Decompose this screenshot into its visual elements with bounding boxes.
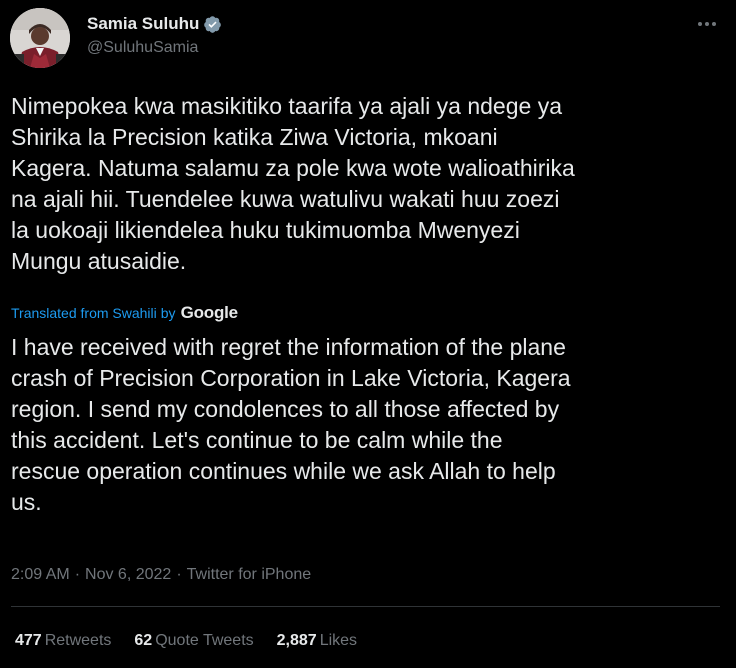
more-options-icon[interactable] [692,12,722,36]
quote-tweets-count: 62 [134,632,153,649]
likes-stat[interactable]: 2,887 Likes [277,632,357,650]
display-name[interactable]: Samia Suluhu [87,14,199,34]
profile-photo-icon [10,8,70,68]
likes-label: Likes [319,632,358,649]
tweet-card: Samia Suluhu @SuluhuSamia Nimepokea kwa … [0,0,736,668]
translated-from-link[interactable]: Translated from Swahili [11,305,157,321]
quote-tweets-label: Quote Tweets [155,632,254,649]
tweet-header: Samia Suluhu @SuluhuSamia [10,8,726,72]
google-logo: Google [180,303,239,322]
tweet-source[interactable]: Twitter for iPhone [187,566,312,584]
retweets-count: 477 [15,632,42,649]
engagement-stats: 477 Retweets 62 Quote Tweets 2,887 Likes [15,630,380,652]
translation-text: I have received with regret the informat… [11,334,571,515]
tweet-text: Nimepokea kwa masikitiko taarifa ya ajal… [11,93,575,274]
author-handle[interactable]: @SuluhuSamia [87,39,222,57]
translation-attribution: Translated from Swahili by Google [11,302,238,324]
verified-badge-icon [203,15,222,34]
translated-by-label: by [160,305,176,321]
divider [11,606,720,607]
avatar[interactable] [10,8,70,68]
quote-tweets-stat[interactable]: 62 Quote Tweets [134,632,253,650]
retweets-stat[interactable]: 477 Retweets [15,632,111,650]
retweets-label: Retweets [44,632,112,649]
tweet-date[interactable]: Nov 6, 2022 [85,566,171,584]
meta-separator: · [74,566,81,583]
author-names: Samia Suluhu @SuluhuSamia [87,13,222,57]
likes-count: 2,887 [276,632,317,649]
tweet-meta: 2:09 AM · Nov 6, 2022 · Twitter for iPho… [11,564,311,586]
tweet-time[interactable]: 2:09 AM [11,566,70,584]
meta-separator: · [176,566,182,583]
display-name-row: Samia Suluhu [87,13,222,35]
